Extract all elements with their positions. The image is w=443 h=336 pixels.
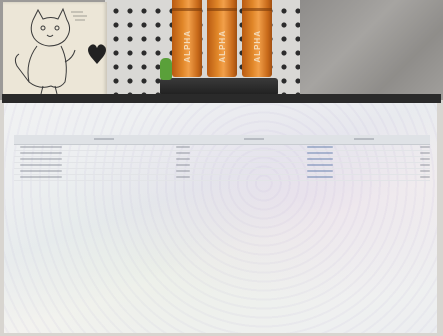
row-extra xyxy=(420,170,430,172)
row-value xyxy=(176,170,190,172)
table-row[interactable] xyxy=(14,175,430,181)
row-value xyxy=(176,176,190,178)
column-header-1 xyxy=(94,138,114,140)
green-figurine xyxy=(160,58,172,80)
row-link[interactable] xyxy=(307,164,333,166)
can-3-stripe xyxy=(242,8,272,11)
row-link[interactable] xyxy=(307,152,333,154)
row-link[interactable] xyxy=(307,170,333,172)
row-link[interactable] xyxy=(307,146,333,148)
photo-frame: ALPHA ALPHA ALPHA xyxy=(0,0,443,336)
column-header-3 xyxy=(354,138,374,140)
row-name xyxy=(20,146,62,148)
column-header-2 xyxy=(244,138,264,140)
row-extra xyxy=(420,146,430,148)
heart-icon xyxy=(88,44,106,64)
monitor-screen xyxy=(4,103,437,333)
can-1: ALPHA xyxy=(172,0,202,77)
row-value xyxy=(176,146,190,148)
can-3-brand: ALPHA xyxy=(253,30,262,63)
can-2-brand: ALPHA xyxy=(218,30,227,63)
row-name xyxy=(20,152,62,154)
row-extra xyxy=(420,152,430,154)
row-value xyxy=(176,158,190,160)
can-1-stripe xyxy=(172,8,202,11)
row-extra xyxy=(420,164,430,166)
concrete-wall xyxy=(300,0,443,100)
table-header xyxy=(14,135,430,145)
row-name xyxy=(20,170,62,172)
row-name xyxy=(20,158,62,160)
monitor-bezel xyxy=(2,94,441,103)
row-value xyxy=(176,164,190,166)
can-2: ALPHA xyxy=(207,0,237,77)
can-3: ALPHA xyxy=(242,0,272,77)
data-table xyxy=(14,135,430,181)
cat-drawing xyxy=(3,2,107,97)
row-link[interactable] xyxy=(307,158,333,160)
row-link[interactable] xyxy=(307,176,333,178)
row-value xyxy=(176,152,190,154)
row-name xyxy=(20,164,62,166)
row-extra xyxy=(420,176,430,178)
cat-drawing-sketch xyxy=(14,7,106,95)
can-1-brand: ALPHA xyxy=(183,30,192,63)
can-2-stripe xyxy=(207,8,237,11)
row-extra xyxy=(420,158,430,160)
row-name xyxy=(20,176,62,178)
